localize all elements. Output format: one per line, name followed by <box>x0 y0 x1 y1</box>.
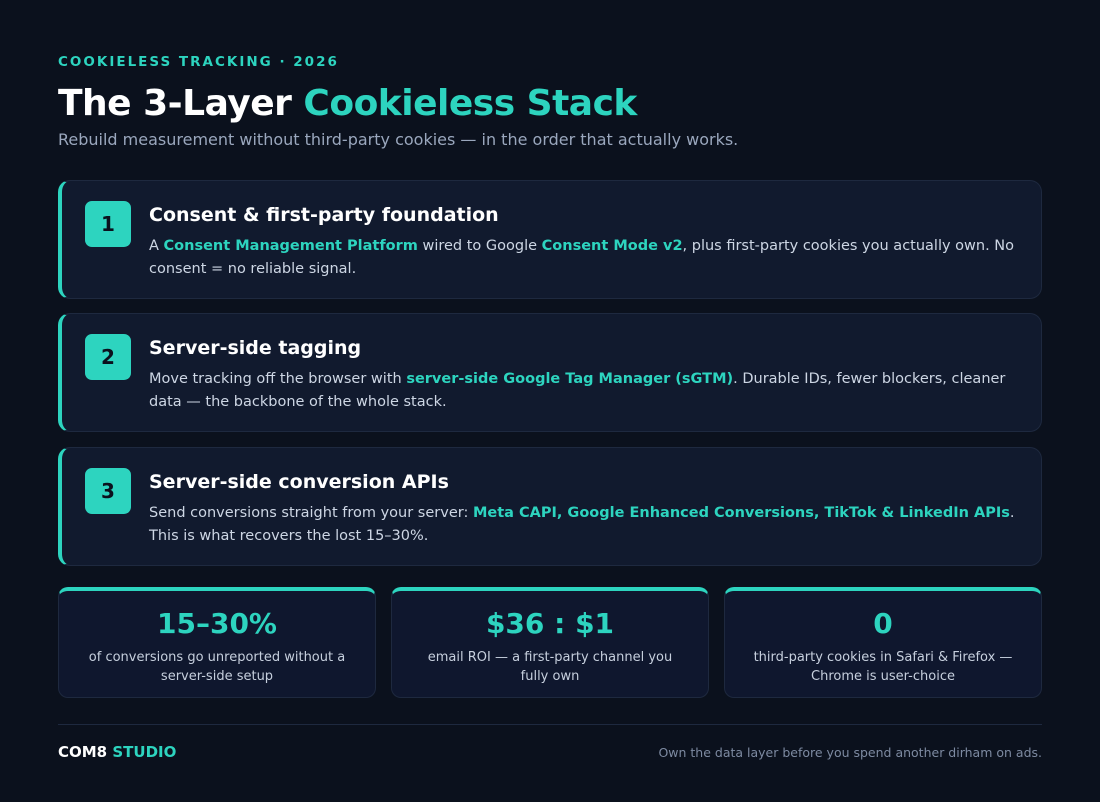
layer-description: Send conversions straight from your serv… <box>149 502 1029 548</box>
layer-number-badge: 2 <box>85 334 131 380</box>
layer-desc-text: Move tracking off the browser with <box>149 371 407 387</box>
stat-value: $36 : $1 <box>485 607 615 640</box>
layer-desc-highlight: Consent Management Platform <box>163 238 418 254</box>
layer-title: Consent & first-party foundation <box>149 204 499 226</box>
brand-studio: STUDIO <box>112 743 177 761</box>
stat-label: of conversions go unreported without a s… <box>88 650 346 684</box>
layer-desc-highlight: Consent Mode v2 <box>541 238 683 254</box>
layer-title: Server-side tagging <box>149 337 362 359</box>
layer-card-3: 3 Server-side conversion APIs Send conve… <box>58 447 1042 566</box>
layer-desc-text: wired to Google <box>417 238 542 254</box>
brand-logo: COM8 STUDIO <box>58 743 176 761</box>
stat-label: email ROI — a first-party channel you fu… <box>427 650 673 684</box>
page-title: The 3-Layer Cookieless Stack <box>58 83 637 124</box>
layer-desc-highlight: server-side Google Tag Manager (sGTM) <box>406 371 734 387</box>
stat-label: third-party cookies in Safari & Firefox … <box>753 650 1013 684</box>
layer-number-badge: 1 <box>85 201 131 247</box>
title-lead: The 3-Layer <box>58 83 304 124</box>
footer-divider <box>58 724 1042 725</box>
stat-card-email-roi: $36 : $1 email ROI — a first-party chann… <box>391 587 709 698</box>
stat-card-unreported-conversions: 15–30% of conversions go unreported with… <box>58 587 376 698</box>
layer-description: A Consent Management Platform wired to G… <box>149 235 1029 281</box>
layer-description: Move tracking off the browser with serve… <box>149 368 1029 414</box>
layer-desc-text: A <box>149 238 164 254</box>
eyebrow-label: COOKIELESS TRACKING · 2026 <box>58 54 339 70</box>
layer-desc-text: Send conversions straight from your serv… <box>149 505 473 521</box>
stat-value: 0 <box>873 607 893 640</box>
stat-card-third-party-cookies: 0 third-party cookies in Safari & Firefo… <box>724 587 1042 698</box>
infographic: COOKIELESS TRACKING · 2026 The 3-Layer C… <box>58 0 1042 802</box>
footer-tagline: Own the data layer before you spend anot… <box>658 745 1042 760</box>
layer-number-badge: 3 <box>85 468 131 514</box>
layer-card-1: 1 Consent & first-party foundation A Con… <box>58 180 1042 299</box>
layer-title: Server-side conversion APIs <box>149 471 449 493</box>
stat-value: 15–30% <box>157 607 277 640</box>
layer-card-2: 2 Server-side tagging Move tracking off … <box>58 313 1042 432</box>
layer-desc-highlight: Meta CAPI, Google Enhanced Conversions, … <box>472 505 1010 521</box>
page-subtitle: Rebuild measurement without third-party … <box>58 130 739 149</box>
title-accent: Cookieless Stack <box>303 83 637 124</box>
brand-name: COM8 <box>58 743 108 761</box>
